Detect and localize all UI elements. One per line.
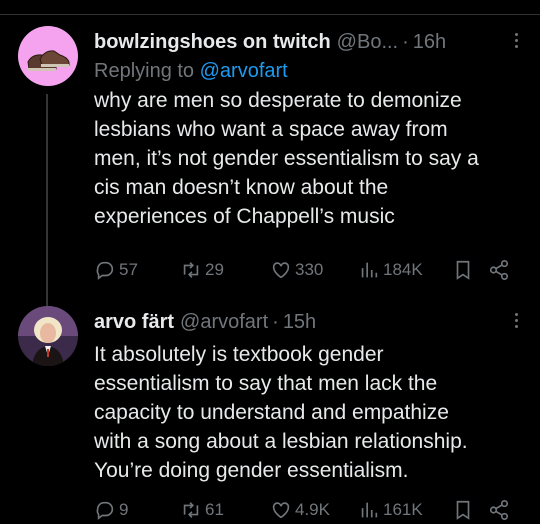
- bookmark-button[interactable]: [452, 258, 474, 282]
- reply-count: 9: [119, 500, 129, 519]
- retweet-icon: [183, 262, 199, 278]
- timestamp[interactable]: 15h: [283, 311, 316, 334]
- replying-prefix: Replying to: [94, 60, 195, 82]
- retweet-count: 29: [205, 260, 224, 279]
- reply-button[interactable]: 9: [94, 498, 128, 522]
- reply-count: 57: [119, 260, 138, 279]
- share-icon: [489, 500, 509, 520]
- text-line: cis man doesn’t know about the: [94, 176, 389, 199]
- like-button[interactable]: 330: [270, 258, 323, 282]
- display-name[interactable]: bowlzingshoes on twitch: [94, 31, 331, 54]
- reply-icon: [96, 501, 114, 520]
- share-button[interactable]: [488, 258, 510, 282]
- handle[interactable]: @Bo...: [337, 31, 398, 54]
- more-icon[interactable]: [506, 310, 526, 334]
- separator-dot: ·: [272, 310, 279, 333]
- views-icon: [361, 262, 378, 278]
- replying-to-link[interactable]: @arvofart: [200, 60, 288, 82]
- top-divider: [0, 14, 540, 15]
- retweet-button[interactable]: 29: [180, 258, 224, 282]
- text-line: why are men so desperate to demonize: [94, 89, 462, 112]
- bookmark-icon: [456, 260, 470, 280]
- text-line: experiences of Chappell’s music: [94, 205, 395, 228]
- retweet-icon: [183, 502, 199, 518]
- text-line: essentialism to say that men lack the: [94, 372, 438, 395]
- shoes-avatar-image: [18, 26, 78, 86]
- thread-connector: [46, 94, 48, 306]
- timestamp[interactable]: 16h: [413, 31, 446, 54]
- views-count: 161K: [383, 500, 423, 519]
- avatar[interactable]: [18, 26, 78, 86]
- bookmark-button[interactable]: [452, 498, 474, 522]
- text-line: lesbians who want a space away from: [94, 118, 448, 141]
- tweet-header: arvo färt @arvofart · 15h: [94, 306, 526, 338]
- like-icon: [272, 502, 290, 519]
- avatar[interactable]: [18, 306, 78, 366]
- views-button[interactable]: 184K: [358, 258, 423, 282]
- like-count: 4.9K: [295, 500, 330, 519]
- bookmark-icon: [456, 500, 470, 520]
- display-name[interactable]: arvo färt: [94, 311, 174, 334]
- share-button[interactable]: [488, 498, 510, 522]
- reply-button[interactable]: 57: [94, 258, 138, 282]
- like-count: 330: [295, 260, 324, 279]
- tweet-text: It absolutely is textbook gender essenti…: [94, 340, 526, 485]
- views-icon: [361, 502, 378, 518]
- handle[interactable]: @arvofart: [180, 311, 268, 334]
- more-icon[interactable]: [506, 30, 526, 54]
- separator-dot: ·: [402, 30, 409, 53]
- retweet-count: 61: [205, 500, 224, 519]
- text-line: You’re doing gender essentialism.: [94, 459, 409, 482]
- text-line: men, it’s not gender essentialism to say…: [94, 147, 479, 170]
- person-avatar-image: [18, 306, 78, 366]
- share-icon: [489, 260, 509, 280]
- retweet-button[interactable]: 61: [180, 498, 224, 522]
- views-button[interactable]: 161K: [358, 498, 423, 522]
- reply-icon: [96, 261, 114, 280]
- tweet-text: why are men so desperate to demonize les…: [94, 86, 526, 231]
- views-count: 184K: [383, 260, 423, 279]
- text-line: It absolutely is textbook gender: [94, 343, 384, 366]
- replying-to: Replying to @arvofart: [94, 58, 526, 84]
- text-line: capacity to understand and empathize: [94, 401, 449, 424]
- text-line: with a song about a lesbian relationship…: [94, 430, 468, 453]
- like-icon: [272, 262, 290, 279]
- tweet-header: bowlzingshoes on twitch @Bo... · 16h: [94, 26, 526, 58]
- like-button[interactable]: 4.9K: [270, 498, 330, 522]
